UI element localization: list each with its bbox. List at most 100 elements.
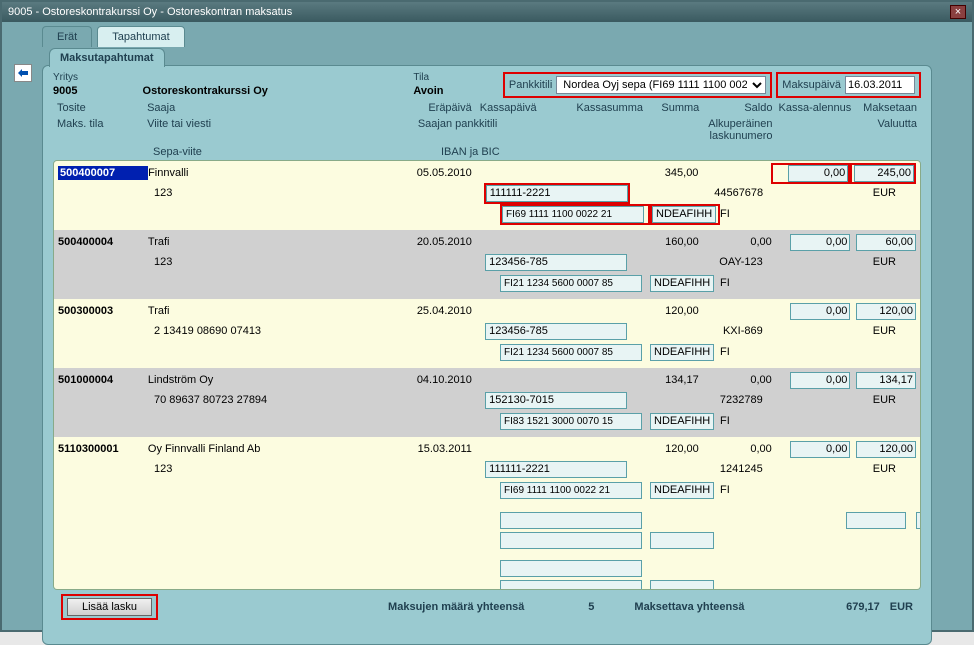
input-kassa-alennus[interactable]	[790, 441, 850, 458]
col-iban-bic: IBAN ja BIC	[433, 146, 591, 158]
input-acct[interactable]	[485, 254, 627, 271]
input-bic[interactable]	[650, 532, 714, 549]
highlight-pankkitili: Pankkitili Nordea Oyj sepa (FI69 1111 11…	[503, 72, 772, 98]
cell-kassa-alennus	[772, 234, 851, 251]
cell-acct	[484, 183, 630, 204]
cell-valuutta: EUR	[791, 325, 916, 337]
input-maksupaiva[interactable]	[845, 76, 915, 94]
input-maksetaan[interactable]	[916, 512, 921, 529]
window-title: 9005 - Ostoreskontrakurssi Oy - Ostoresk…	[8, 6, 292, 18]
input-maksetaan[interactable]	[856, 441, 916, 458]
input-kassa-alennus[interactable]	[788, 165, 848, 182]
val-count: 5	[554, 601, 594, 613]
input-iban[interactable]	[502, 206, 644, 223]
cell-iban	[500, 204, 650, 225]
cell-kassa-alennus	[772, 441, 851, 458]
cell-kassa-alennus	[771, 163, 850, 184]
table-row[interactable]: 501000004Lindström Oy04.10.2010134,170,0…	[54, 368, 920, 437]
cell-valuutta: EUR	[791, 187, 916, 199]
input-maksetaan[interactable]	[856, 372, 916, 389]
cell-laskunumero: 7232789	[629, 394, 791, 406]
back-arrow-icon	[17, 68, 29, 78]
input-kassa-alennus[interactable]	[790, 303, 850, 320]
close-icon[interactable]: ×	[950, 5, 966, 19]
input-bic[interactable]	[650, 580, 714, 591]
val-tila: Avoin	[413, 85, 495, 97]
input-maksetaan[interactable]	[854, 165, 914, 182]
val-yritys-code: 9005	[53, 85, 135, 97]
input-acct[interactable]	[500, 512, 642, 529]
input-bic[interactable]	[650, 413, 714, 430]
col-erapaiva: Eräpäivä	[410, 102, 472, 114]
back-button[interactable]	[14, 64, 32, 82]
input-iban[interactable]	[500, 413, 642, 430]
cell-summa: 345,00	[558, 167, 698, 179]
cell-viite: 123	[58, 256, 422, 268]
cell-acct	[485, 254, 629, 271]
cell-maksetaan	[850, 372, 916, 389]
input-iban[interactable]	[500, 580, 642, 591]
cell-bic	[650, 204, 720, 225]
input-iban[interactable]	[500, 482, 642, 499]
cell-summa: 134,17	[558, 374, 698, 386]
col-tosite: Tosite	[57, 102, 147, 114]
table-row[interactable]: 500400007Finnvalli05.05.2010345,00123445…	[54, 161, 920, 230]
input-acct[interactable]	[485, 461, 627, 478]
subtab-label: Maksutapahtumat	[49, 48, 165, 67]
cell-kassa-alennus	[772, 303, 851, 320]
cell-bic	[650, 275, 720, 292]
input-bic[interactable]	[652, 206, 716, 223]
cell-iban	[500, 413, 650, 430]
col-summa: Summa	[643, 102, 699, 114]
input-maksetaan[interactable]	[856, 303, 916, 320]
lbl-maksupaiva: Maksupäivä	[782, 79, 841, 91]
cell-viite: 123	[58, 187, 421, 199]
col-alkup-laskunumero: Alkuperäinen laskunumero	[699, 118, 772, 142]
input-bic[interactable]	[650, 482, 714, 499]
cell-saaja: Trafi	[148, 236, 410, 248]
cell-bic	[650, 344, 720, 361]
data-grid[interactable]: 500400007Finnvalli05.05.2010345,00123445…	[53, 160, 921, 590]
col-valuutta: Valuutta	[773, 118, 918, 142]
cell-viite: 123	[58, 463, 422, 475]
input-acct[interactable]	[486, 185, 628, 202]
table-row-empty	[54, 554, 920, 590]
cell-saaja: Lindström Oy	[148, 374, 410, 386]
input-kassa-alennus[interactable]	[790, 234, 850, 251]
input-kassa-alennus[interactable]	[846, 512, 906, 529]
tab-tapahtumat[interactable]: Tapahtumat	[97, 26, 184, 47]
cell-erapaiva: 05.05.2010	[410, 167, 472, 179]
cell-summa: 120,00	[558, 305, 698, 317]
cell-kassa-alennus	[772, 372, 851, 389]
cell-bic	[650, 413, 720, 430]
input-acct[interactable]	[500, 560, 642, 577]
app-window: 9005 - Ostoreskontrakurssi Oy - Ostoresk…	[0, 0, 974, 632]
val-total: 679,17	[800, 601, 880, 613]
input-iban[interactable]	[500, 532, 642, 549]
cell-summa: 120,00	[558, 443, 698, 455]
table-row[interactable]: 5110300001Oy Finnvalli Finland Ab15.03.2…	[54, 437, 920, 506]
input-bic[interactable]	[650, 275, 714, 292]
input-acct[interactable]	[485, 323, 627, 340]
col-maks-tila: Maks. tila	[57, 118, 147, 142]
table-row[interactable]: 500300003Trafi25.04.2010120,002 13419 08…	[54, 299, 920, 368]
select-pankkitili[interactable]: Nordea Oyj sepa (FI69 1111 1100 002...	[556, 76, 766, 94]
cell-viite: 70 89637 80723 27894	[58, 394, 422, 406]
input-maksetaan[interactable]	[856, 234, 916, 251]
input-iban[interactable]	[500, 275, 642, 292]
cell-iban	[500, 344, 650, 361]
input-iban[interactable]	[500, 344, 642, 361]
cell-laskunumero: OAY-123	[629, 256, 791, 268]
input-acct[interactable]	[485, 392, 627, 409]
cell-tosite: 501000004	[58, 374, 148, 386]
lisaa-lasku-button[interactable]: Lisää lasku	[67, 598, 152, 616]
cell-valuutta: EUR	[791, 394, 916, 406]
header-row: Yritys 9005 Ostoreskontrakurssi Oy Tila …	[53, 72, 921, 98]
highlight-maksupaiva: Maksupäivä	[776, 72, 921, 98]
cell-fi: FI	[720, 346, 740, 358]
tab-erat[interactable]: Erät	[42, 26, 92, 47]
table-row[interactable]: 500400004Trafi20.05.2010160,000,00123OAY…	[54, 230, 920, 299]
input-bic[interactable]	[650, 344, 714, 361]
input-kassa-alennus[interactable]	[790, 372, 850, 389]
tabs: Erät Tapahtumat	[2, 22, 972, 47]
